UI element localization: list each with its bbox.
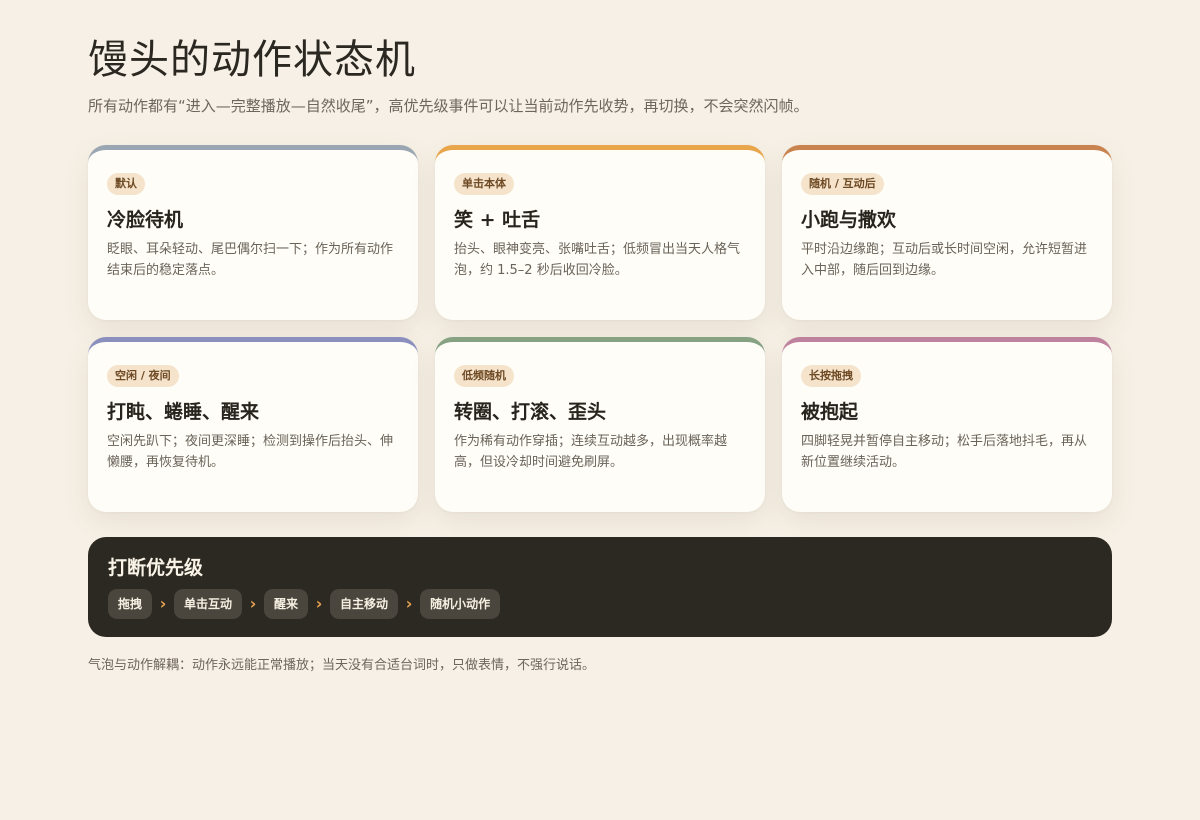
state-description: 眨眼、耳朵轻动、尾巴偶尔扫一下；作为所有动作结束后的稳定落点。	[107, 242, 394, 278]
state-title: 被抱起	[801, 401, 859, 423]
state-trigger-tag: 默认	[107, 173, 145, 195]
state-trigger-tag: 单击本体	[454, 173, 514, 195]
state-card-run: 随机 / 互动后 小跑与撒欢 平时沿边缘跑；互动后或长时间空闲，允许短暂进入中部…	[782, 145, 1112, 320]
state-title: 小跑与撒欢	[801, 209, 897, 231]
chevron-right-icon: ›	[405, 594, 413, 613]
priority-chip-random: 随机小动作	[420, 589, 501, 619]
page-subtitle: 所有动作都有“进入—完整播放—自然收尾”，高优先级事件可以让当前动作先收势，再切…	[88, 97, 809, 115]
state-description: 空闲先趴下；夜间更深睡；检测到操作后抬头、伸懒腰，再恢复待机。	[107, 434, 394, 470]
state-description: 四脚轻晃并暂停自主移动；松手后落地抖毛，再从新位置继续活动。	[801, 434, 1088, 470]
state-card-held: 长按拖拽 被抱起 四脚轻晃并暂停自主移动；松手后落地抖毛，再从新位置继续活动。	[782, 337, 1112, 512]
priority-chip-tap: 单击互动	[174, 589, 243, 619]
state-title: 笑 + 吐舌	[454, 209, 541, 231]
priority-chip-wake: 醒来	[264, 589, 309, 619]
state-trigger-tag: 空闲 / 夜间	[107, 365, 179, 387]
state-description: 平时沿边缘跑；互动后或长时间空闲，允许短暂进入中部，随后回到边缘。	[801, 242, 1088, 278]
interrupt-priority-panel: 打断优先级 拖拽 › 单击互动 › 醒来 › 自主移动 › 随机小动作	[88, 537, 1112, 637]
chevron-right-icon: ›	[315, 594, 323, 613]
chevron-right-icon: ›	[249, 594, 257, 613]
state-trigger-tag: 低频随机	[454, 365, 514, 387]
state-trigger-tag: 长按拖拽	[801, 365, 861, 387]
priority-title: 打断优先级	[108, 557, 204, 579]
priority-chip-drag: 拖拽	[108, 589, 153, 619]
state-card-idle: 默认 冷脸待机 眨眼、耳朵轻动、尾巴偶尔扫一下；作为所有动作结束后的稳定落点。	[88, 145, 418, 320]
state-title: 转圈、打滚、歪头	[454, 401, 607, 423]
state-description: 作为稀有动作穿插；连续互动越多，出现概率越高，但设冷却时间避免刷屏。	[454, 434, 728, 470]
page-title: 馒头的动作状态机	[88, 37, 416, 83]
state-card-spin: 低频随机 转圈、打滚、歪头 作为稀有动作穿插；连续互动越多，出现概率越高，但设冷…	[435, 337, 765, 512]
chevron-right-icon: ›	[159, 594, 167, 613]
state-card-grid: 默认 冷脸待机 眨眼、耳朵轻动、尾巴偶尔扫一下；作为所有动作结束后的稳定落点。 …	[88, 145, 1112, 512]
priority-chain: 拖拽 › 单击互动 › 醒来 › 自主移动 › 随机小动作	[108, 589, 1092, 619]
state-card-sleep: 空闲 / 夜间 打盹、蜷睡、醒来 空闲先趴下；夜间更深睡；检测到操作后抬头、伸懒…	[88, 337, 418, 512]
state-card-smile: 单击本体 笑 + 吐舌 抬头、眼神变亮、张嘴吐舌；低频冒出当天人格气泡，约 1.…	[435, 145, 765, 320]
state-trigger-tag: 随机 / 互动后	[801, 173, 884, 195]
priority-chip-move: 自主移动	[330, 589, 399, 619]
state-title: 打盹、蜷睡、醒来	[107, 401, 260, 423]
state-title: 冷脸待机	[107, 209, 184, 231]
state-description: 抬头、眼神变亮、张嘴吐舌；低频冒出当天人格气泡，约 1.5–2 秒后收回冷脸。	[454, 242, 741, 278]
footnote: 气泡与动作解耦：动作永远能正常播放；当天没有合适台词时，只做表情，不强行说话。	[88, 658, 596, 673]
